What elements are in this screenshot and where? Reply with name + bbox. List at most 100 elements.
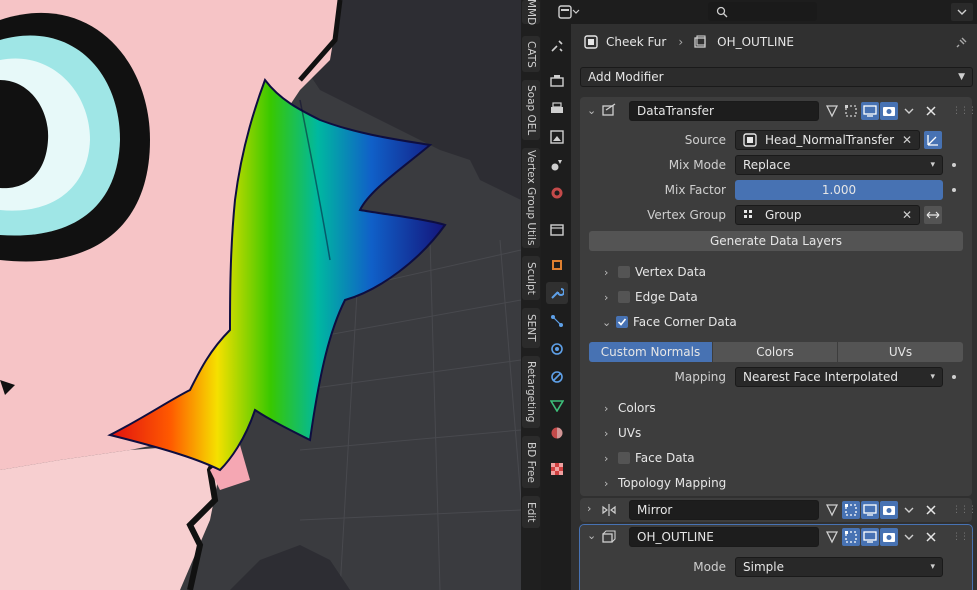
tab-colors[interactable]: Colors xyxy=(713,342,837,362)
drag-handle-icon[interactable]: ⋮⋮⋮ xyxy=(952,505,977,515)
constraints-tab[interactable] xyxy=(546,366,568,388)
collapse-toggle[interactable]: ⌄ xyxy=(587,104,601,117)
mix-mode-dropdown[interactable]: Replace ▾ xyxy=(735,155,943,175)
remove-modifier-button[interactable] xyxy=(922,528,940,546)
on-cage-toggle[interactable] xyxy=(823,528,841,546)
datatransfer-panel: ⌄ DataTransfer ⋮⋮⋮ Source Head_NormalTra… xyxy=(580,97,977,496)
chevron-down-icon xyxy=(904,507,914,513)
breadcrumb: Cheek Fur › OH_OUTLINE xyxy=(571,28,977,56)
source-field[interactable]: Head_NormalTransfer ✕ xyxy=(735,130,920,150)
clear-icon[interactable]: ✕ xyxy=(902,208,912,222)
tab-uvs[interactable]: UVs xyxy=(838,342,963,362)
drag-handle-icon[interactable]: ⋮⋮⋮ xyxy=(952,106,977,116)
face-corner-data-section[interactable]: ⌄ Face Corner Data xyxy=(602,315,737,329)
chevron-down-icon: ▾ xyxy=(930,562,935,572)
add-modifier-dropdown[interactable]: Add Modifier ▼ xyxy=(580,67,973,87)
edge-data-checkbox[interactable] xyxy=(618,291,630,303)
vertex-group-field[interactable]: Group ✕ xyxy=(735,205,920,225)
properties-tabs xyxy=(541,0,571,590)
search-input[interactable] xyxy=(708,2,817,21)
scene-tab[interactable] xyxy=(546,154,568,176)
3d-viewport[interactable] xyxy=(0,0,521,590)
viewport-toggle[interactable] xyxy=(861,102,879,120)
render-toggle[interactable] xyxy=(880,102,898,120)
edit-mode-toggle[interactable] xyxy=(842,501,860,519)
tab-mmd[interactable]: MMD xyxy=(522,0,540,25)
vertex-data-checkbox[interactable] xyxy=(618,266,630,278)
viewport-toggle[interactable] xyxy=(861,501,879,519)
clear-icon[interactable]: ✕ xyxy=(902,133,912,147)
world-tab[interactable] xyxy=(546,182,568,204)
edit-mode-toggle[interactable] xyxy=(842,102,860,120)
on-cage-toggle[interactable] xyxy=(823,102,841,120)
collection-tab[interactable] xyxy=(546,218,568,240)
modifier-menu[interactable] xyxy=(900,102,918,120)
options-dropdown[interactable] xyxy=(951,3,973,21)
tab-custom-normals[interactable]: Custom Normals xyxy=(589,342,712,362)
outline-name-input[interactable]: OH_OUTLINE xyxy=(629,527,819,547)
object-transform-toggle[interactable] xyxy=(924,131,942,149)
tab-label: Retargeting xyxy=(525,361,537,423)
tab-bd-free[interactable]: BD Free xyxy=(522,436,540,488)
tool-tab[interactable] xyxy=(546,35,568,57)
edit-mode-toggle[interactable] xyxy=(842,528,860,546)
edge-data-section[interactable]: › Edge Data xyxy=(604,290,698,304)
modifier-menu[interactable] xyxy=(900,501,918,519)
tab-retargeting[interactable]: Retargeting xyxy=(522,356,540,428)
texture-tab[interactable] xyxy=(546,458,568,480)
face-data-section[interactable]: › Face Data xyxy=(604,451,695,465)
tab-vertex-group-utils[interactable]: Vertex Group Utils xyxy=(522,148,540,248)
tab-edit[interactable]: Edit xyxy=(522,496,540,528)
material-tab[interactable] xyxy=(546,422,568,444)
collapse-toggle[interactable]: ⌄ xyxy=(587,529,601,542)
editor-type-menu[interactable] xyxy=(557,3,581,21)
drag-handle-icon[interactable]: ⋮⋮⋮ xyxy=(952,532,977,542)
view-layer-tab[interactable] xyxy=(546,126,568,148)
object-tab[interactable] xyxy=(546,254,568,276)
face-data-checkbox[interactable] xyxy=(618,452,630,464)
keyframe-dot[interactable] xyxy=(952,375,956,379)
vertex-data-section[interactable]: › Vertex Data xyxy=(604,265,706,279)
mapping-dropdown[interactable]: Nearest Face Interpolated ▾ xyxy=(735,367,943,387)
mirror-name-input[interactable]: Mirror xyxy=(629,500,819,520)
properties-editor: Cheek Fur › OH_OUTLINE Add Modifier ▼ ⌄ … xyxy=(558,0,977,590)
tab-sent[interactable]: SENT xyxy=(522,308,540,348)
invert-toggle[interactable] xyxy=(924,206,942,224)
on-cage-toggle[interactable] xyxy=(823,501,841,519)
mapping-label: Mapping xyxy=(674,370,727,384)
physics-tab[interactable] xyxy=(546,338,568,360)
tab-cats[interactable]: CATS xyxy=(522,36,540,72)
keyframe-dot[interactable] xyxy=(952,188,956,192)
monitor-icon xyxy=(863,531,877,543)
keyframe-dot[interactable] xyxy=(952,163,956,167)
face-corner-data-checkbox[interactable] xyxy=(616,316,628,328)
render-toggle[interactable] xyxy=(880,528,898,546)
render-toggle[interactable] xyxy=(880,501,898,519)
viewport-toggle[interactable] xyxy=(861,528,879,546)
pin-icon[interactable] xyxy=(955,35,969,49)
expand-toggle[interactable]: › xyxy=(587,502,601,515)
mesh-object-icon xyxy=(743,133,757,147)
topology-mapping-section[interactable]: › Topology Mapping xyxy=(604,476,726,490)
modifier-menu[interactable] xyxy=(900,528,918,546)
mix-factor-slider[interactable]: 1.000 xyxy=(735,180,943,200)
remove-modifier-button[interactable] xyxy=(922,102,940,120)
uvs-section[interactable]: › UVs xyxy=(604,426,641,440)
particles-tab[interactable] xyxy=(546,310,568,332)
tab-sculpt[interactable]: Sculpt xyxy=(522,256,540,300)
colors-section[interactable]: › Colors xyxy=(604,401,656,415)
data-tab[interactable] xyxy=(546,394,568,416)
output-tab[interactable] xyxy=(546,98,568,120)
monitor-icon xyxy=(863,105,877,117)
generate-data-layers-button[interactable]: Generate Data Layers xyxy=(589,231,963,251)
datatransfer-icon xyxy=(602,103,616,116)
monitor-icon xyxy=(863,504,877,516)
tab-soap-oel[interactable]: Soap OEL xyxy=(522,80,540,140)
modifier-tab[interactable] xyxy=(546,282,568,304)
mix-mode-value: Replace xyxy=(743,158,791,172)
render-tab[interactable] xyxy=(546,70,568,92)
remove-modifier-button[interactable] xyxy=(922,501,940,519)
chevron-down-icon: ▾ xyxy=(930,160,935,170)
mode-dropdown[interactable]: Simple ▾ xyxy=(735,557,943,577)
modifier-name-input[interactable]: DataTransfer xyxy=(629,101,819,121)
